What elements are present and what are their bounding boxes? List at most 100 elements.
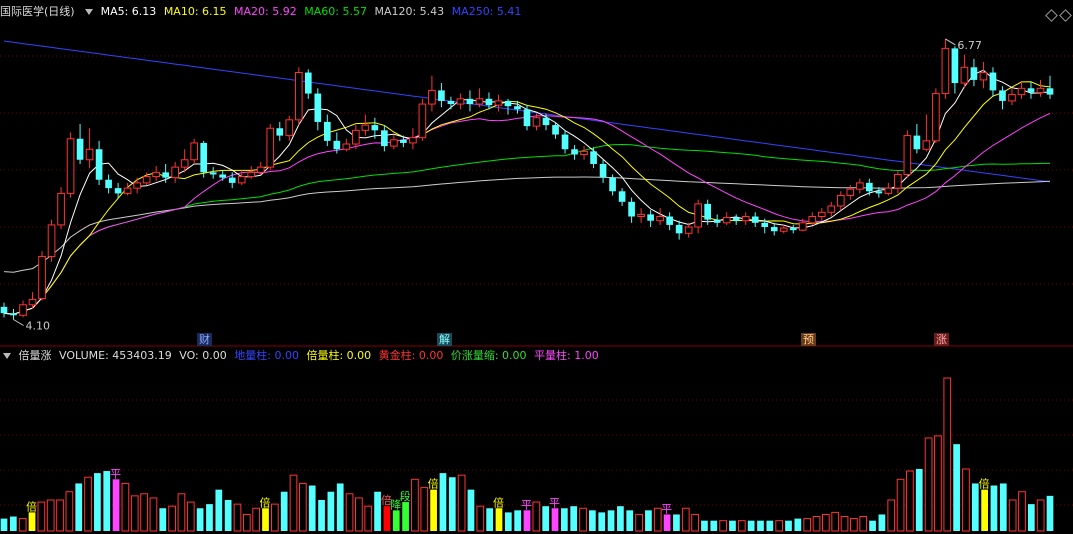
volume-bar [617,506,624,531]
volume-bar-rect [1036,499,1045,532]
volume-bar-rect [663,514,671,531]
volume-bar [467,489,475,531]
candle-body [256,166,265,173]
candle [865,178,873,196]
price-markers: 6.77 4.10 [13,38,982,332]
volume-bar-rect [392,510,400,531]
candle-body [266,127,275,168]
volume-bar-rect [934,435,942,532]
candle [85,128,94,169]
candle-body [580,150,588,156]
volume-bar-rect [691,513,699,532]
candle-body [960,66,969,84]
volume-bar-rect [84,476,92,532]
volume-bar-rect [878,514,886,531]
volume-bar: 平 [661,502,672,531]
high-marker-line [945,38,956,46]
volume-bar-rect [999,483,1007,531]
volume-bar [840,516,849,532]
volume-bar-rect [65,491,74,532]
candle [808,212,817,225]
candle-body [237,176,246,184]
volume-bar-rect [130,495,139,532]
volume-bar [598,512,606,531]
candle [836,191,845,211]
volume-bar [803,518,812,532]
volume-bar [411,478,419,532]
volume-bar [364,505,373,532]
high-price-label: 6.77 [957,39,982,52]
volume-bars[interactable]: 倍平倍 倍降段倍倍平平平倍 [0,377,1054,532]
candle [294,67,303,126]
volume-bar [355,497,363,532]
volume-bar-rect [681,507,690,532]
volume-bar: 倍 [26,499,37,531]
ma120-value: MA120: 5.43 [374,5,445,18]
event-marker-yu[interactable]: 预 [801,333,816,346]
stock-title[interactable]: 国际医学(日线) [0,5,75,18]
dropdown-triangle-icon[interactable] [3,352,11,359]
volume-bar-rect [915,468,923,531]
candle-body [352,129,360,145]
candle-body [684,226,693,234]
candle-body [123,187,132,194]
candle [19,300,27,318]
volume-bar-rect [215,489,223,531]
volume-bar-rect [626,510,634,531]
candle [913,124,921,154]
volume-bar-rect [467,489,475,531]
candle [741,212,750,225]
volume-bar: 平 [549,496,560,531]
volume-bar [140,493,148,532]
event-marker-zhang[interactable]: 涨 [934,333,949,346]
volume-bar [298,482,307,532]
candle-body [485,98,493,106]
volume-bar-rect [345,493,354,532]
volume-bar-rect [887,499,896,532]
volume-bar-rect [430,489,437,531]
candle [989,67,997,97]
volume-signal-label: 倍 [979,477,990,491]
candle [247,166,256,179]
event-marker-jie[interactable]: 解 [437,333,452,346]
candle [960,54,969,89]
candle-body [789,228,797,231]
candle-body [817,211,826,218]
candle-body [57,192,65,226]
candle-body [114,188,122,194]
volume-bar [896,478,905,532]
candle [951,46,959,94]
candle-body [428,89,436,105]
event-marker-cai[interactable]: 财 [197,333,212,346]
candle-body [304,72,312,94]
volume-bar [308,485,316,531]
candle-body [95,149,103,180]
chart-canvas[interactable]: 倍平倍 倍降段倍倍平平平倍 6.774.10 [0,0,1073,534]
volume-bar [915,468,923,531]
volume-bar-rect [289,474,298,532]
candle-body [599,163,607,178]
volume-bar [831,511,840,532]
volume-bar [336,483,344,531]
volume-bar [990,485,998,531]
volume-bar [924,437,933,532]
volume-bar-rect [9,516,17,531]
candle [466,90,474,112]
candlestick-series[interactable] [0,38,1054,320]
candle-body [884,187,893,194]
candle [751,212,759,228]
candle [979,62,988,89]
candle [770,222,778,236]
indicator-title[interactable]: 倍量涨 [19,349,52,362]
candle [789,224,797,234]
candle-body [66,138,75,194]
dropdown-triangle-icon[interactable] [85,8,94,15]
candle-body [1017,87,1026,96]
volume-bar-rect [794,518,802,531]
volume-bar-rect [906,470,914,532]
candle [628,197,635,223]
volume-bar-rect [233,503,242,532]
volume-bar [607,510,615,531]
candle [190,138,199,164]
candle [884,182,893,196]
